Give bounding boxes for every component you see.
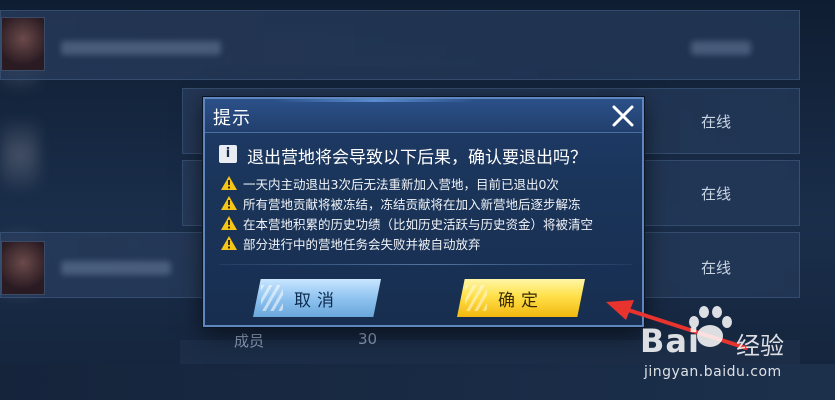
warning-icon — [221, 176, 237, 190]
confirm-button[interactable]: 确定 — [457, 279, 585, 317]
cancel-button[interactable]: 取消 — [253, 279, 381, 317]
dialog-title: 提示 — [213, 108, 251, 129]
warning-icon — [221, 196, 237, 210]
close-icon — [612, 105, 634, 127]
consequence-text: 部分进行中的营地任务会失败并被自动放弃 — [243, 236, 481, 252]
member-row[interactable] — [0, 10, 800, 80]
consequence-text: 所有营地贡献将被冻结，冻结贡献将在加入新营地后逐步解冻 — [243, 196, 581, 212]
consequence-text: 一天内主动退出3次后无法重新加入营地，目前已退出0次 — [243, 176, 559, 192]
watermark-brand-suffix: 经验 — [736, 332, 784, 360]
consequence-text: 在本营地积累的历史功绩（比如历史活跃与历史资金）将被清空 — [243, 216, 594, 232]
member-avatar — [1, 241, 45, 295]
watermark-url: jingyan.baidu.com — [644, 364, 782, 380]
dialog-header: 提示 — [205, 99, 642, 133]
member-status: 在线 — [700, 259, 731, 277]
watermark-brand: Bai — [640, 322, 700, 360]
cancel-button-label: 取消 — [294, 290, 340, 311]
exit-camp-dialog: 提示 i 退出营地将会导致以下后果，确认要退出吗？ 一天内主动退出3次后无法重新… — [203, 97, 644, 327]
close-button[interactable] — [608, 101, 638, 131]
consequence-item: 所有营地贡献将被冻结，冻结贡献将在加入新营地后逐步解冻 — [221, 193, 641, 213]
member-status: 在线 — [700, 113, 731, 131]
member-avatar — [1, 17, 45, 71]
dialog-question: 退出营地将会导致以下后果，确认要退出吗？ — [247, 148, 587, 168]
warning-icon — [221, 216, 237, 230]
member-status: 在线 — [700, 185, 731, 203]
members-label: 成员 — [234, 332, 265, 350]
consequence-item: 在本营地积累的历史功绩（比如历史活跃与历史资金）将被清空 — [221, 213, 641, 233]
blurred-avatar — [0, 120, 40, 190]
divider — [219, 264, 632, 265]
members-count: 30 — [358, 330, 378, 348]
consequence-list: 一天内主动退出3次后无法重新加入营地，目前已退出0次 所有营地贡献将被冻结，冻结… — [221, 173, 641, 253]
consequence-item: 部分进行中的营地任务会失败并被自动放弃 — [221, 233, 641, 253]
info-icon: i — [219, 145, 237, 163]
baidu-jingyan-watermark: Bai 经验 jingyan.baidu.com — [640, 300, 830, 390]
warning-icon — [221, 236, 237, 250]
consequence-item: 一天内主动退出3次后无法重新加入营地，目前已退出0次 — [221, 173, 641, 193]
confirm-button-label: 确定 — [498, 290, 544, 311]
